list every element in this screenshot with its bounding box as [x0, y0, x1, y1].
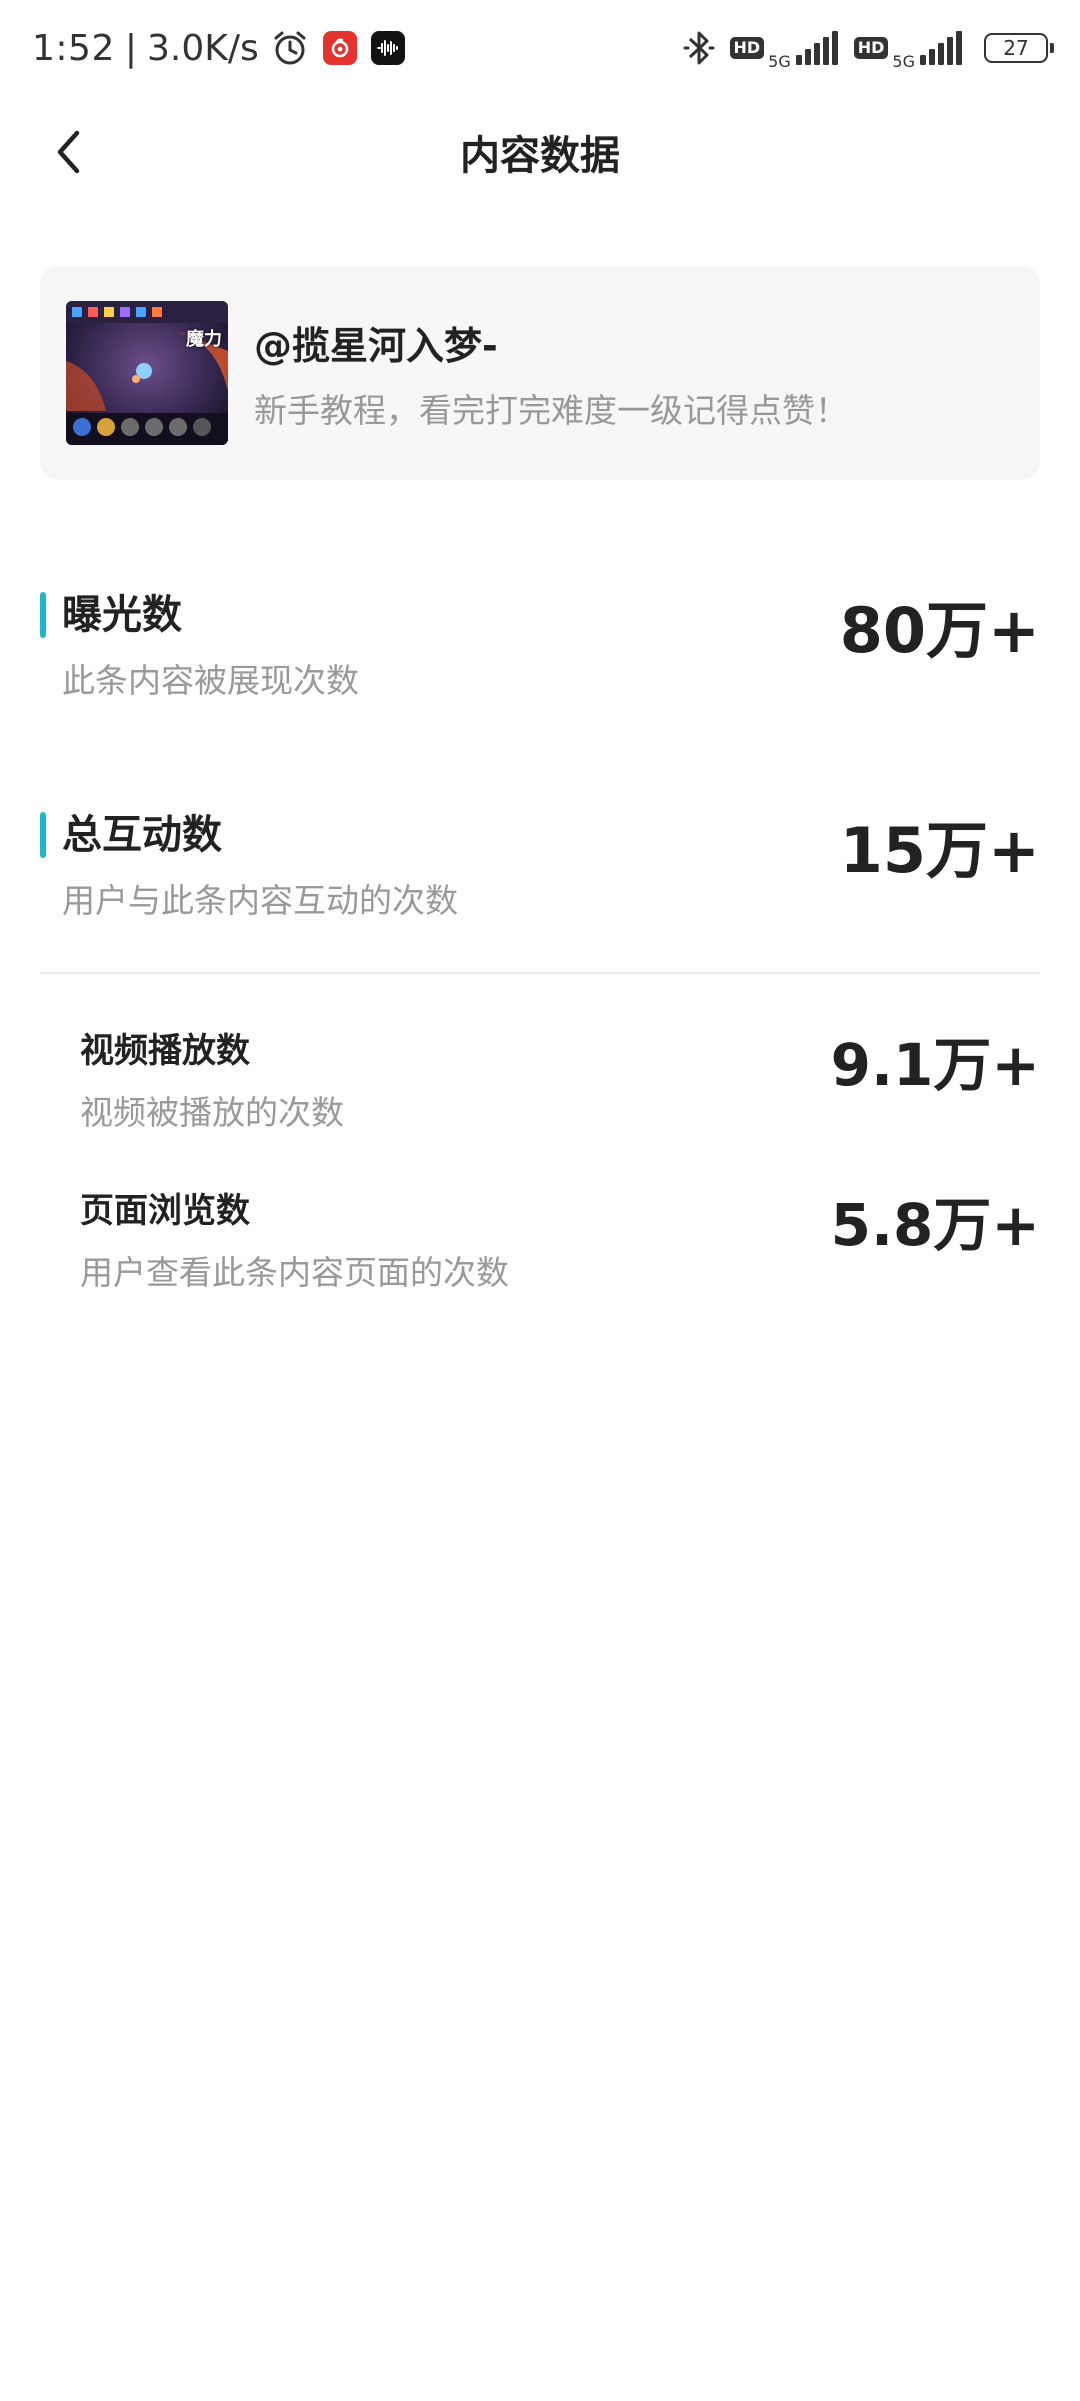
- hd-icon-2: HD: [853, 37, 889, 59]
- bluetooth-icon: [682, 28, 716, 68]
- metric-description: 用户与此条内容互动的次数: [62, 881, 458, 920]
- content-card-text: @揽星河入梦- 新手教程，看完打完难度一级记得点赞！: [254, 315, 848, 432]
- metric-label-group: 总互动数 用户与此条内容互动的次数: [40, 806, 458, 922]
- status-bar-right: HD 5G HD 5G 27: [682, 26, 1054, 71]
- metric-name: 总互动数: [62, 812, 222, 858]
- metric-name: 曝光数: [62, 592, 182, 638]
- music-app-icon: [370, 31, 405, 65]
- status-bar-left: 1:52 | 3.0K/s: [32, 28, 405, 69]
- metric-value: 80万+: [839, 594, 1040, 667]
- page-title: 内容数据: [460, 133, 620, 179]
- content-card[interactable]: 魔力 @揽星河入梦- 新手教程，看完打完难度一级记得点赞！: [40, 266, 1040, 480]
- network-type-label-2: 5G: [892, 51, 915, 71]
- content-author: @揽星河入梦-: [254, 323, 498, 368]
- video-thumbnail[interactable]: 魔力: [66, 301, 228, 445]
- metric-value: 15万+: [839, 814, 1040, 887]
- submetric-row-video-plays: 视频播放数 视频被播放的次数 9.1万+: [80, 1026, 1040, 1134]
- status-time: 1:52: [32, 27, 115, 69]
- status-separator: |: [124, 27, 137, 69]
- metric-label-group: 曝光数 此条内容被展现次数: [40, 586, 359, 702]
- submetric-description: 用户查看此条内容页面的次数: [80, 1253, 509, 1292]
- alarm-icon: [271, 29, 309, 67]
- signal-icon-2: [917, 31, 962, 65]
- submetric-description: 视频被播放的次数: [80, 1093, 344, 1132]
- content-description: 新手教程，看完打完难度一级记得点赞！: [254, 390, 848, 430]
- battery-level: 27: [1003, 36, 1029, 60]
- metric-row-exposure: 曝光数 此条内容被展现次数 80万+: [40, 586, 1040, 702]
- netease-music-icon: [322, 31, 357, 65]
- submetric-row-page-views: 页面浏览数 用户查看此条内容页面的次数 5.8万+: [80, 1186, 1040, 1294]
- chevron-left-icon: [57, 130, 80, 174]
- status-bar: 1:52 | 3.0K/s HD 5G HD 5G 27: [0, 0, 1080, 96]
- submetric-name: 页面浏览数: [80, 1191, 250, 1231]
- thumbnail-overlay-text: 魔力: [186, 329, 222, 350]
- submetric-value: 9.1万+: [830, 1031, 1040, 1099]
- network-type-label: 5G: [768, 51, 791, 71]
- metric-description: 此条内容被展现次数: [62, 661, 359, 700]
- battery-icon: 27: [984, 33, 1054, 63]
- metric-accent-bar: [40, 592, 46, 638]
- page-header: 内容数据: [0, 96, 1080, 208]
- submetric-value: 5.8万+: [830, 1191, 1040, 1259]
- back-button[interactable]: [36, 120, 100, 184]
- submetric-label-group: 页面浏览数 用户查看此条内容页面的次数: [80, 1186, 509, 1294]
- status-network-speed: 3.0K/s: [146, 27, 259, 69]
- divider: [40, 972, 1040, 974]
- metric-accent-bar: [40, 812, 46, 858]
- signal-icon: [793, 31, 838, 65]
- metric-row-interactions: 总互动数 用户与此条内容互动的次数 15万+: [40, 806, 1040, 922]
- hd-icon: HD: [729, 37, 765, 59]
- submetric-label-group: 视频播放数 视频被播放的次数: [80, 1026, 344, 1134]
- submetric-name: 视频播放数: [80, 1031, 250, 1071]
